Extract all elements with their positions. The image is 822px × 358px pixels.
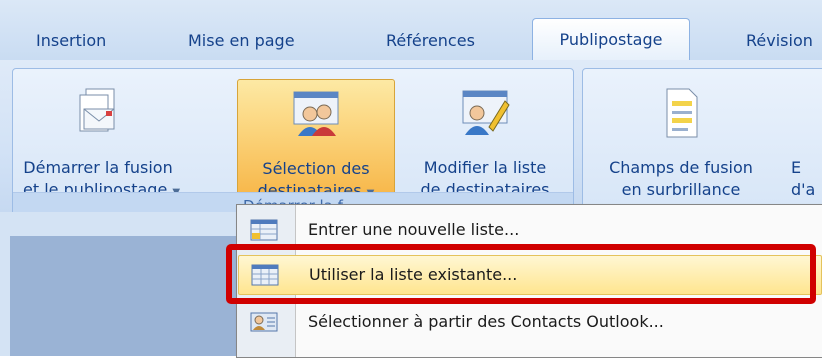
partial-button[interactable]: E d'a [769,79,822,199]
document-side-area [0,212,236,356]
new-list-icon [250,219,278,241]
recipients-icon [293,91,339,136]
select-recipients-label-line1: Sélection des [262,159,370,178]
tab-references[interactable]: Références [376,22,485,59]
highlight-fields-label-line1: Champs de fusion [609,158,753,177]
tab-publipostage[interactable]: Publipostage [532,18,690,61]
partial-label-line1: E [791,158,802,177]
ribbon-panel: Démarrer la fusion et le publipostage ▼ … [0,60,822,220]
menu-item-label: Sélectionner à partir des Contacts Outlo… [308,312,664,331]
highlight-fields-icon [666,88,698,138]
tab-insertion[interactable]: Insertion [26,22,116,59]
tab-revision[interactable]: Révision [736,22,822,59]
start-merge-button[interactable]: Démarrer la fusion et le publipostage ▼ [23,79,180,199]
group-write-insert-fields: Champs de fusion en surbrillance E d'a [582,68,822,220]
highlight-merge-fields-button[interactable]: Champs de fusion en surbrillance [583,79,779,199]
menu-item-outlook-contacts[interactable]: Sélectionner à partir des Contacts Outlo… [238,303,820,341]
word-window: Insertion Mise en page Références Publip… [0,0,822,358]
outlook-contacts-icon [250,312,278,332]
red-highlight-box [226,244,816,304]
start-merge-label-line1: Démarrer la fusion [23,158,173,177]
edit-list-label-line1: Modifier la liste [423,158,547,177]
partial-label-line2: d'a [791,180,816,199]
edit-recipient-list-button[interactable]: Modifier la liste de destinataires [405,79,565,199]
group-start-merge: Démarrer la fusion et le publipostage ▼ … [12,68,574,220]
highlight-fields-label-line2: en surbrillance [621,180,741,199]
document-envelope-icon [79,88,115,132]
select-recipients-button[interactable]: Sélection des destinataires ▼ [237,79,395,200]
ribbon-tab-strip: Insertion Mise en page Références Publip… [0,0,822,61]
edit-list-icon [462,90,510,135]
tab-mise-en-page[interactable]: Mise en page [178,22,305,59]
